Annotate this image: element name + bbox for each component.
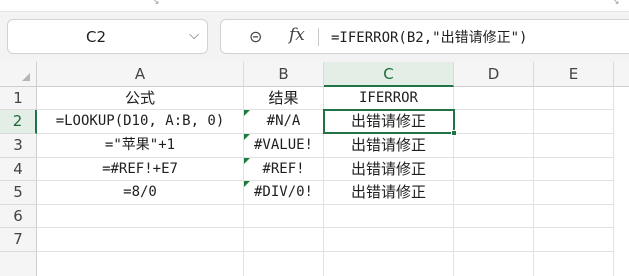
select-all-button[interactable] xyxy=(0,62,37,87)
cell-d1[interactable] xyxy=(454,87,534,110)
error-indicator-icon[interactable] xyxy=(244,134,250,140)
row-header-4[interactable]: 4 xyxy=(0,158,37,181)
fill-handle[interactable] xyxy=(451,130,457,136)
row-header-3[interactable]: 3 xyxy=(0,134,37,158)
cell-b7[interactable] xyxy=(244,228,324,252)
cell-b4[interactable]: #REF! xyxy=(244,158,324,181)
cell-d8[interactable] xyxy=(454,252,534,276)
cell-b2-value: #N/A xyxy=(266,113,301,129)
formula-input[interactable]: ⊝ fx =IFERROR(B2,"出错请修正") xyxy=(220,19,629,54)
cell-e2[interactable] xyxy=(534,110,614,134)
row-header-7[interactable]: 7 xyxy=(0,228,37,252)
cell-e5[interactable] xyxy=(534,181,614,205)
cell-c1[interactable]: IFERROR xyxy=(324,87,454,110)
cell-a7[interactable] xyxy=(37,228,244,252)
fx-icon[interactable]: fx xyxy=(289,25,305,45)
formula-text[interactable]: =IFERROR(B2,"出错请修正") xyxy=(331,27,527,47)
cell-e3[interactable] xyxy=(534,134,614,158)
cell-c8[interactable] xyxy=(324,252,454,276)
cell-b3-value: #VALUE! xyxy=(253,137,313,153)
cell-b6[interactable] xyxy=(244,205,324,228)
cell-a6[interactable] xyxy=(37,205,244,228)
cell-d2[interactable] xyxy=(454,110,534,134)
cell-e1[interactable] xyxy=(534,87,614,110)
cell-b3[interactable]: #VALUE! xyxy=(244,134,324,158)
cell-e8[interactable] xyxy=(534,252,614,276)
error-indicator-icon[interactable] xyxy=(244,158,250,164)
cell-d3[interactable] xyxy=(454,134,534,158)
row-header-8[interactable] xyxy=(0,252,37,276)
chevron-down-icon[interactable]: ⌵ xyxy=(189,28,199,43)
cell-c6[interactable] xyxy=(324,205,454,228)
cell-e4[interactable] xyxy=(534,158,614,181)
error-indicator-icon[interactable] xyxy=(244,110,250,116)
cell-c3[interactable]: 出错请修正 xyxy=(324,134,454,158)
name-box-value: C2 xyxy=(85,28,107,46)
cell-a2[interactable]: =LOOKUP(D10, A:B, 0) xyxy=(37,110,244,134)
cell-a3[interactable]: ="苹果"+1 xyxy=(37,134,244,158)
cell-d6[interactable] xyxy=(454,205,534,228)
cell-b8[interactable] xyxy=(244,252,324,276)
cell-c4[interactable]: 出错请修正 xyxy=(324,158,454,181)
zoom-icon[interactable]: ⊝ xyxy=(249,27,262,46)
row-header-5[interactable]: 5 xyxy=(0,181,37,205)
column-header-e[interactable]: E xyxy=(534,62,614,87)
dialog-launcher-icon[interactable]: ↘ xyxy=(152,0,160,7)
column-header-f[interactable] xyxy=(614,62,629,87)
column-header-d[interactable]: D xyxy=(454,62,534,87)
cell-a5[interactable]: =8/0 xyxy=(37,181,244,205)
cell-b5[interactable]: #DIV/0! xyxy=(244,181,324,205)
cell-b5-value: #DIV/0! xyxy=(253,184,313,200)
active-cell-border xyxy=(323,109,455,134)
dialog-launcher-icon[interactable]: ↘ xyxy=(612,0,620,7)
cell-d4[interactable] xyxy=(454,158,534,181)
row-header-2[interactable]: 2 xyxy=(0,110,37,134)
cell-a4[interactable]: =#REF!+E7 xyxy=(37,158,244,181)
column-header-a[interactable]: A xyxy=(37,62,244,87)
cell-d7[interactable] xyxy=(454,228,534,252)
error-indicator-icon[interactable] xyxy=(244,181,250,187)
cell-b4-value: #REF! xyxy=(262,161,305,177)
cell-c5[interactable]: 出错请修正 xyxy=(324,181,454,205)
cell-e7[interactable] xyxy=(534,228,614,252)
row-header-6[interactable]: 6 xyxy=(0,205,37,228)
select-all-icon xyxy=(22,73,30,81)
cell-b1[interactable]: 结果 xyxy=(244,87,324,110)
name-box[interactable]: C2 ⌵ xyxy=(7,19,208,54)
cell-a8[interactable] xyxy=(37,252,244,276)
cell-e6[interactable] xyxy=(534,205,614,228)
ribbon-strip: ↘ ↘ xyxy=(0,0,629,12)
cell-d5[interactable] xyxy=(454,181,534,205)
cell-a1[interactable]: 公式 xyxy=(37,87,244,110)
column-header-c[interactable]: C xyxy=(324,62,454,87)
cell-c7[interactable] xyxy=(324,228,454,252)
column-header-b[interactable]: B xyxy=(244,62,324,87)
divider xyxy=(318,28,319,46)
cell-b2[interactable]: #N/A xyxy=(244,110,324,134)
row-header-1[interactable]: 1 xyxy=(0,87,37,110)
